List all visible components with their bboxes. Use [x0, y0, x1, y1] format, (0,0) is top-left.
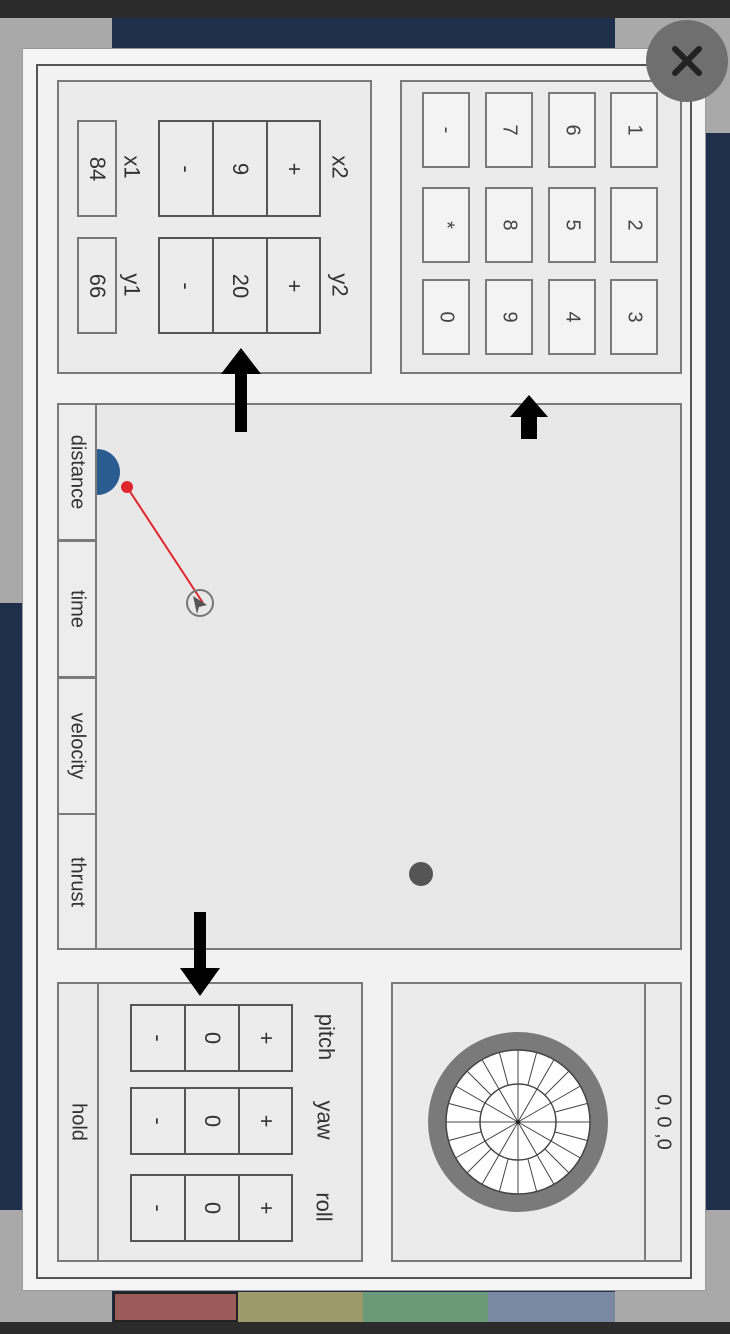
attitude-gauge: [428, 1032, 608, 1212]
color-swatch[interactable]: [238, 1292, 363, 1322]
tab-time[interactable]: time: [57, 540, 97, 678]
y2-plus-button[interactable]: +: [266, 237, 321, 334]
numpad-key[interactable]: 6: [548, 92, 596, 168]
pitch-value: 0: [184, 1004, 240, 1072]
numpad-key[interactable]: 5: [548, 187, 596, 263]
pitch-plus-button[interactable]: +: [238, 1004, 293, 1072]
numpad-key[interactable]: 7: [485, 92, 533, 168]
roll-value: 0: [184, 1174, 240, 1242]
numpad-key[interactable]: 4: [548, 279, 596, 355]
roll-label: roll: [311, 1192, 337, 1222]
roll-minus-button[interactable]: -: [130, 1174, 186, 1242]
numpad-key[interactable]: 3: [610, 279, 658, 355]
yaw-minus-button[interactable]: -: [130, 1087, 186, 1155]
yaw-plus-button[interactable]: +: [238, 1087, 293, 1155]
x1-field[interactable]: 84: [77, 120, 117, 217]
numpad-key[interactable]: 2: [610, 187, 658, 263]
y2-minus-button[interactable]: -: [158, 237, 214, 334]
y1-field[interactable]: 66: [77, 237, 117, 334]
y1-label: y1: [119, 273, 145, 297]
yaw-value: 0: [184, 1087, 240, 1155]
numpad-key[interactable]: 1: [610, 92, 658, 168]
top-bar: [0, 0, 730, 18]
tab-distance[interactable]: distance: [57, 403, 97, 541]
gauge-readout: 0, 0 ,0: [652, 1094, 675, 1150]
pitch-label: pitch: [314, 1013, 340, 1061]
numpad-key[interactable]: 0: [422, 279, 470, 355]
color-swatch[interactable]: [363, 1292, 488, 1322]
arrow-down-icon: [180, 912, 220, 996]
numpad-key[interactable]: 8: [485, 187, 533, 263]
tab-thrust[interactable]: thrust: [57, 813, 97, 950]
tab-velocity[interactable]: velocity: [57, 677, 97, 815]
y2-label: y2: [327, 273, 353, 297]
color-swatch[interactable]: [488, 1292, 615, 1322]
close-icon: [672, 46, 702, 76]
x2-minus-button[interactable]: -: [158, 120, 214, 217]
hold-button[interactable]: hold: [59, 984, 97, 1260]
numpad-key[interactable]: 9: [485, 279, 533, 355]
numpad-key[interactable]: -: [422, 92, 470, 168]
numpad-key[interactable]: *: [422, 187, 470, 263]
pitch-minus-button[interactable]: -: [130, 1004, 186, 1072]
y2-value: 20: [212, 237, 268, 334]
hold-divider: [97, 984, 99, 1260]
yaw-label: yaw: [312, 1100, 338, 1140]
x2-value: 9: [212, 120, 268, 217]
simulation-canvas[interactable]: [57, 403, 682, 950]
close-button[interactable]: [646, 20, 728, 102]
x2-plus-button[interactable]: +: [266, 120, 321, 217]
roll-plus-button[interactable]: +: [238, 1174, 293, 1242]
color-swatch[interactable]: [113, 1292, 238, 1322]
arrow-up-icon: [221, 348, 261, 432]
bottom-bar: [0, 1322, 730, 1334]
arrow-up-icon: [510, 395, 548, 439]
x1-label: x1: [119, 155, 145, 179]
x2-label: x2: [327, 155, 353, 179]
